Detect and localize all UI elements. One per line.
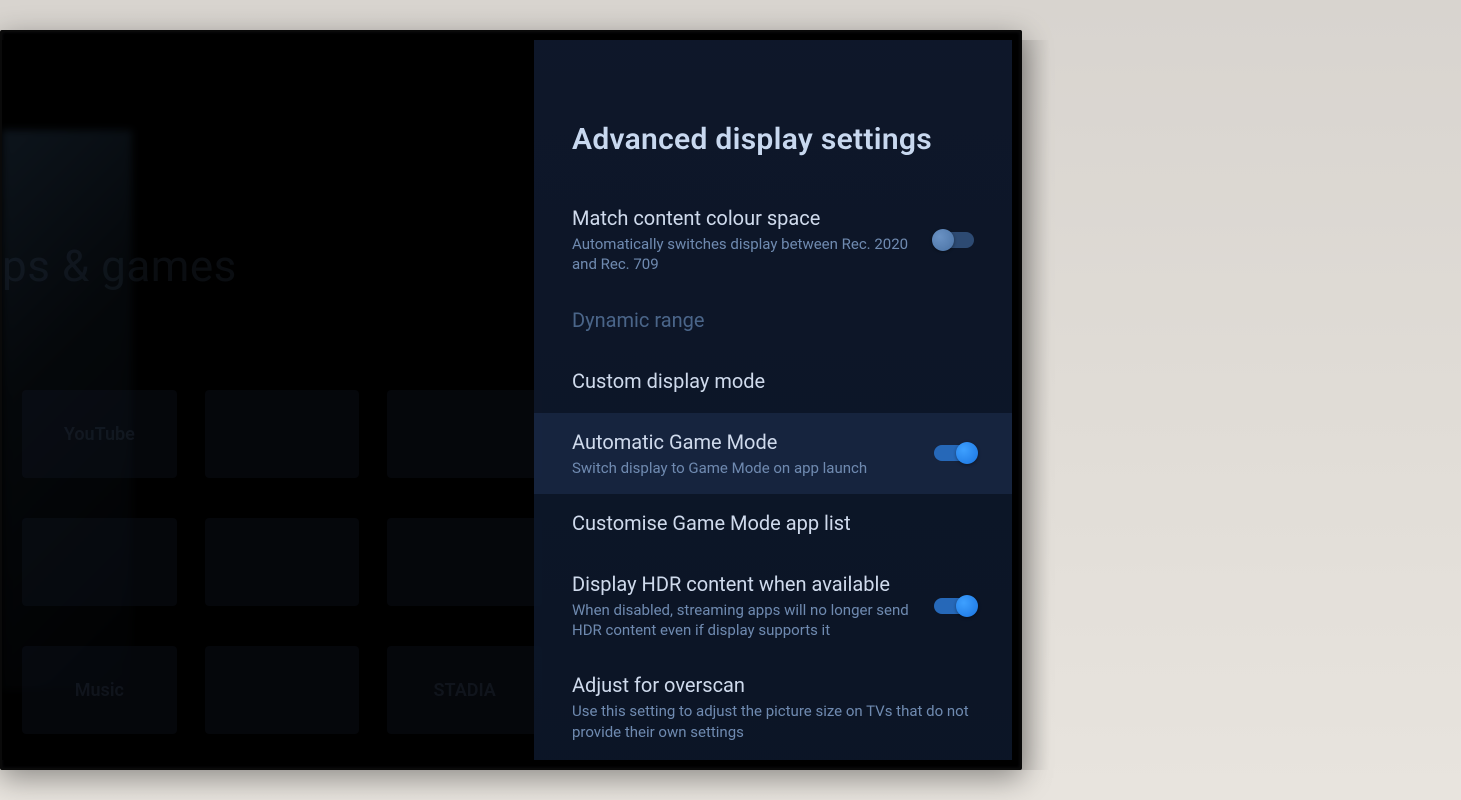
setting-label: Adjust for overscan	[572, 672, 974, 699]
app-tile: YouTube	[22, 390, 177, 478]
tv-screen: ps & games YouTube Music STADIA Advanced…	[2, 40, 1012, 760]
setting-label: Match content colour space	[572, 205, 914, 232]
app-tile	[387, 390, 542, 478]
setting-display-hdr[interactable]: Display HDR content when available When …	[534, 555, 1012, 657]
tv-frame: ps & games YouTube Music STADIA Advanced…	[0, 30, 1022, 770]
panel-title: Advanced display settings	[534, 40, 1012, 189]
app-tile	[387, 518, 542, 606]
app-tile	[22, 518, 177, 606]
app-tile	[205, 390, 360, 478]
setting-label: Display HDR content when available	[572, 571, 914, 598]
setting-label: Dynamic range	[572, 307, 974, 334]
setting-desc: Use this setting to adjust the picture s…	[572, 701, 974, 742]
setting-label: Custom display mode	[572, 368, 974, 395]
setting-automatic-game-mode[interactable]: Automatic Game Mode Switch display to Ga…	[534, 413, 1012, 494]
app-tile	[205, 646, 360, 734]
setting-desc: When disabled, streaming apps will no lo…	[572, 600, 914, 641]
app-tile: STADIA	[387, 646, 542, 734]
setting-dynamic-range[interactable]: Dynamic range	[534, 291, 1012, 352]
setting-adjust-overscan[interactable]: Adjust for overscan Use this setting to …	[534, 656, 1012, 758]
setting-label: Customise Game Mode app list	[572, 510, 974, 537]
background-app-tiles: YouTube Music STADIA	[22, 390, 542, 760]
toggle-display-hdr[interactable]	[934, 598, 974, 614]
setting-label: Automatic Game Mode	[572, 429, 914, 456]
setting-customise-game-mode-app-list[interactable]: Customise Game Mode app list	[534, 494, 1012, 555]
background-section-title: ps & games	[2, 240, 237, 292]
setting-match-colour-space[interactable]: Match content colour space Automatically…	[534, 189, 1012, 291]
toggle-match-colour-space[interactable]	[934, 232, 974, 248]
setting-desc: Automatically switches display between R…	[572, 234, 914, 275]
wall-shadow	[1020, 40, 1050, 770]
setting-desc: Switch display to Game Mode on app launc…	[572, 458, 914, 478]
app-tile: Music	[22, 646, 177, 734]
app-tile	[205, 518, 360, 606]
settings-panel: Advanced display settings Match content …	[534, 40, 1012, 760]
setting-custom-display-mode[interactable]: Custom display mode	[534, 352, 1012, 413]
toggle-automatic-game-mode[interactable]	[934, 445, 974, 461]
